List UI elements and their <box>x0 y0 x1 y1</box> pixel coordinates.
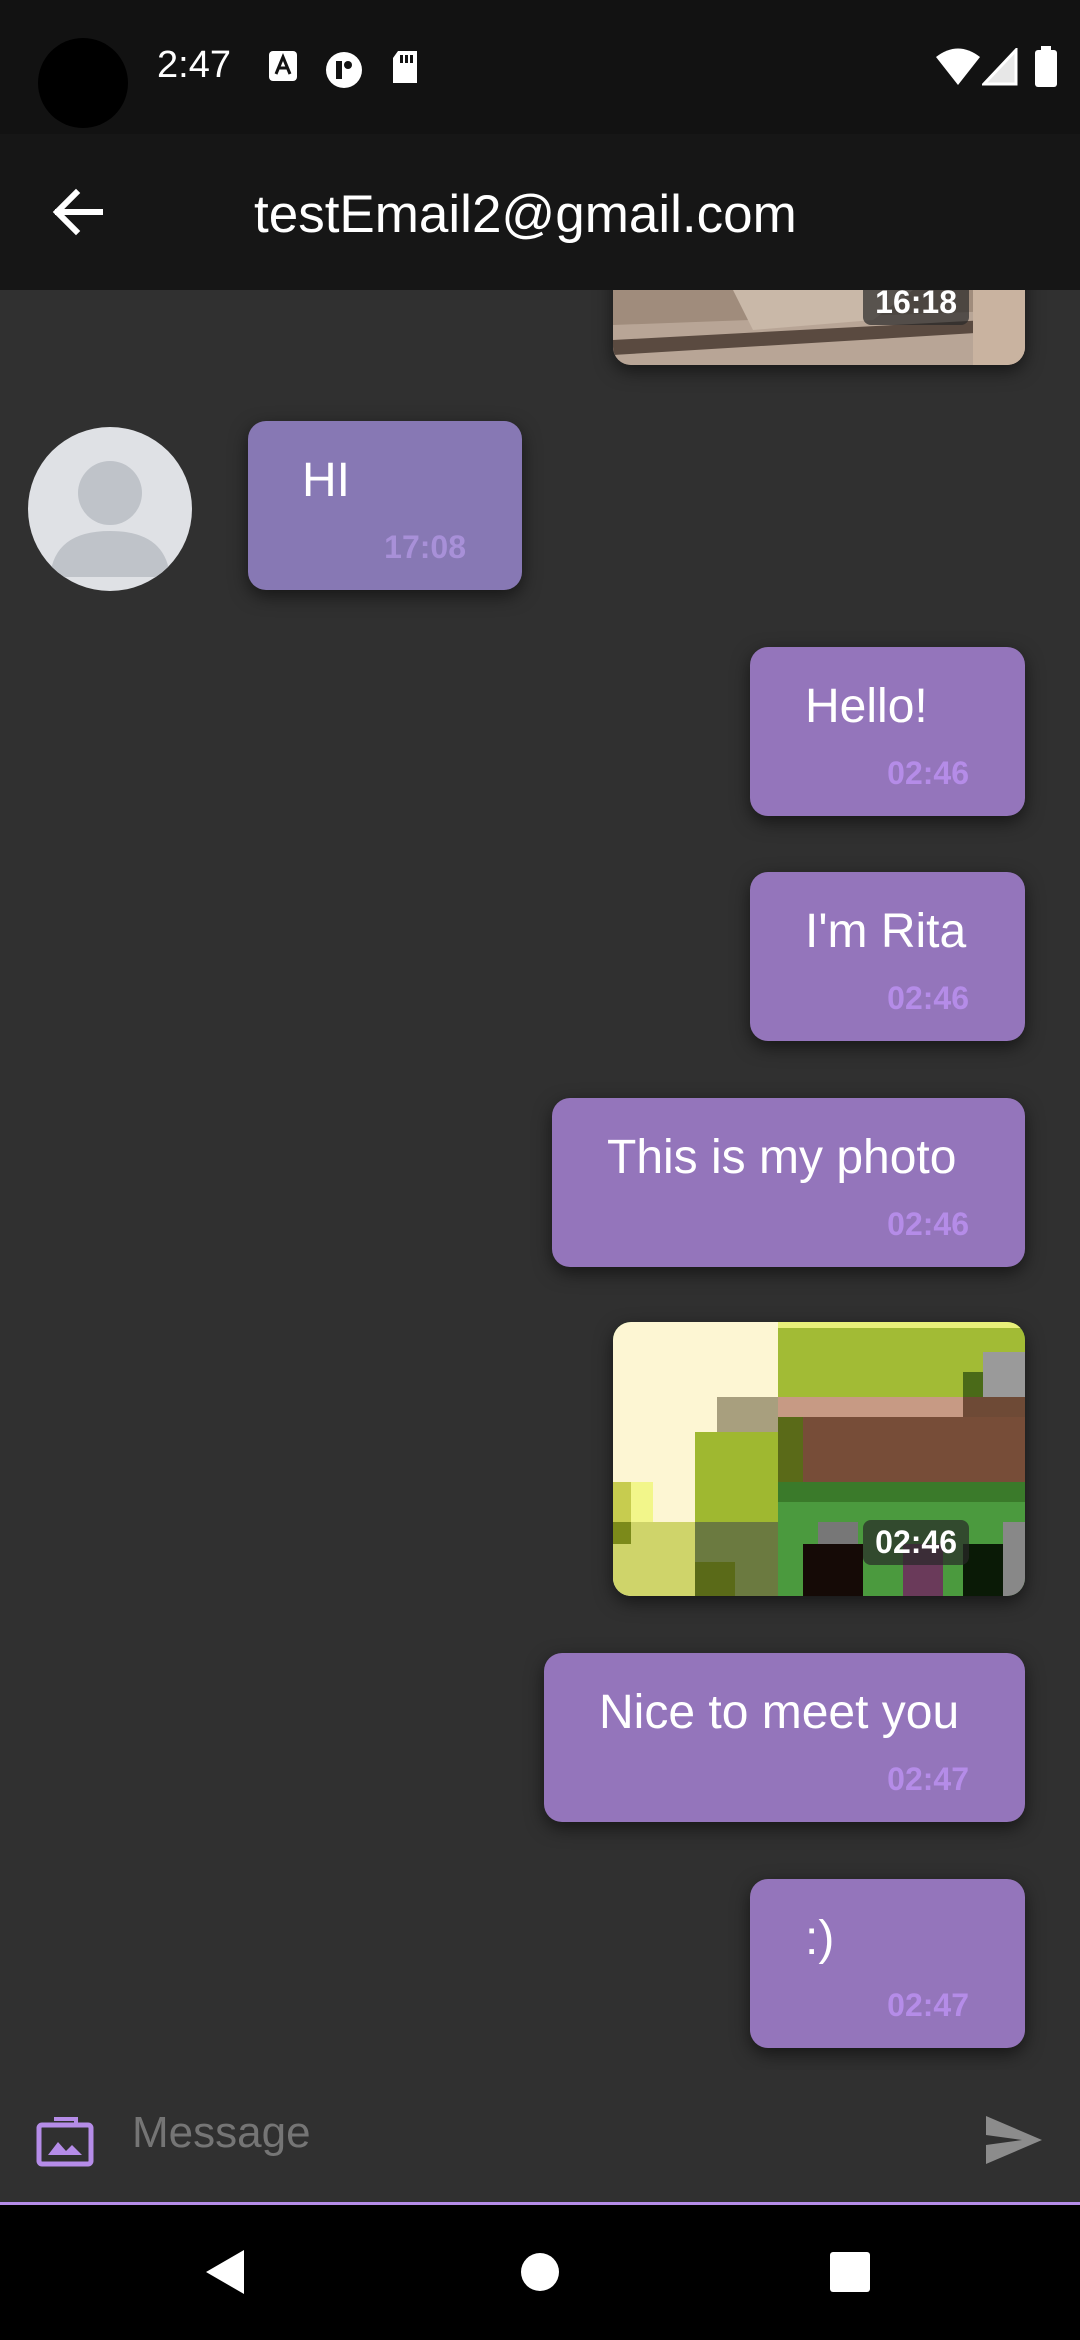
send-icon[interactable] <box>984 2112 1044 2168</box>
message-time: 02:47 <box>887 1761 969 1797</box>
message-list[interactable]: 16:18 HI 17:08 Hello! 02:46 I'm Rita 02:… <box>0 290 1080 2070</box>
message-text: This is my photo <box>607 1131 957 1184</box>
system-nav-bar <box>0 2205 1080 2340</box>
app-bar: testEmail2@gmail.com <box>0 134 1080 290</box>
cell-signal-icon <box>982 48 1018 86</box>
message-input[interactable] <box>132 2108 932 2158</box>
sent-message-bubble[interactable]: This is my photo 02:46 <box>552 1098 1025 1267</box>
keyboard-notification-icon <box>269 51 297 81</box>
sd-card-icon <box>393 51 417 83</box>
message-text: :) <box>805 1912 835 1965</box>
message-text: I'm Rita <box>805 905 967 958</box>
wifi-icon <box>936 48 980 85</box>
chat-title: testEmail2@gmail.com <box>254 185 797 244</box>
received-message-bubble[interactable]: HI 17:08 <box>248 421 522 590</box>
message-time: 17:08 <box>384 529 466 565</box>
message-time: 02:47 <box>887 1987 969 2023</box>
message-time: 02:46 <box>887 755 969 791</box>
sent-message-bubble[interactable]: Hello! 02:46 <box>750 647 1025 816</box>
default-avatar-icon <box>50 461 170 577</box>
message-text: Nice to meet you <box>599 1686 960 1739</box>
avatar[interactable] <box>28 427 192 591</box>
attach-image-icon[interactable] <box>36 2115 94 2167</box>
message-time: 16:18 <box>863 290 969 325</box>
status-time: 2:47 <box>157 44 231 86</box>
status-bar: 2:47 <box>0 0 1080 134</box>
nav-back-icon[interactable] <box>204 2248 246 2296</box>
sent-message-bubble[interactable]: I'm Rita 02:46 <box>750 872 1025 1041</box>
message-text: Hello! <box>805 680 928 733</box>
sent-message-bubble[interactable]: Nice to meet you 02:47 <box>544 1653 1025 1822</box>
back-arrow-icon[interactable] <box>44 178 112 246</box>
sent-message-bubble[interactable]: :) 02:47 <box>750 1879 1025 2048</box>
nav-recents-icon[interactable] <box>830 2252 870 2292</box>
message-text: HI <box>302 454 350 507</box>
message-time: 02:46 <box>887 980 969 1016</box>
image-message[interactable]: 16:18 <box>613 290 1025 365</box>
camera-cutout <box>38 38 128 128</box>
app-notification-icon <box>326 52 362 88</box>
message-time: 02:46 <box>863 1520 969 1565</box>
message-time: 02:46 <box>887 1206 969 1242</box>
message-composer <box>0 2070 1080 2205</box>
nav-home-icon[interactable] <box>520 2252 560 2292</box>
image-message[interactable]: 02:46 <box>613 1322 1025 1596</box>
battery-icon <box>1035 46 1057 87</box>
